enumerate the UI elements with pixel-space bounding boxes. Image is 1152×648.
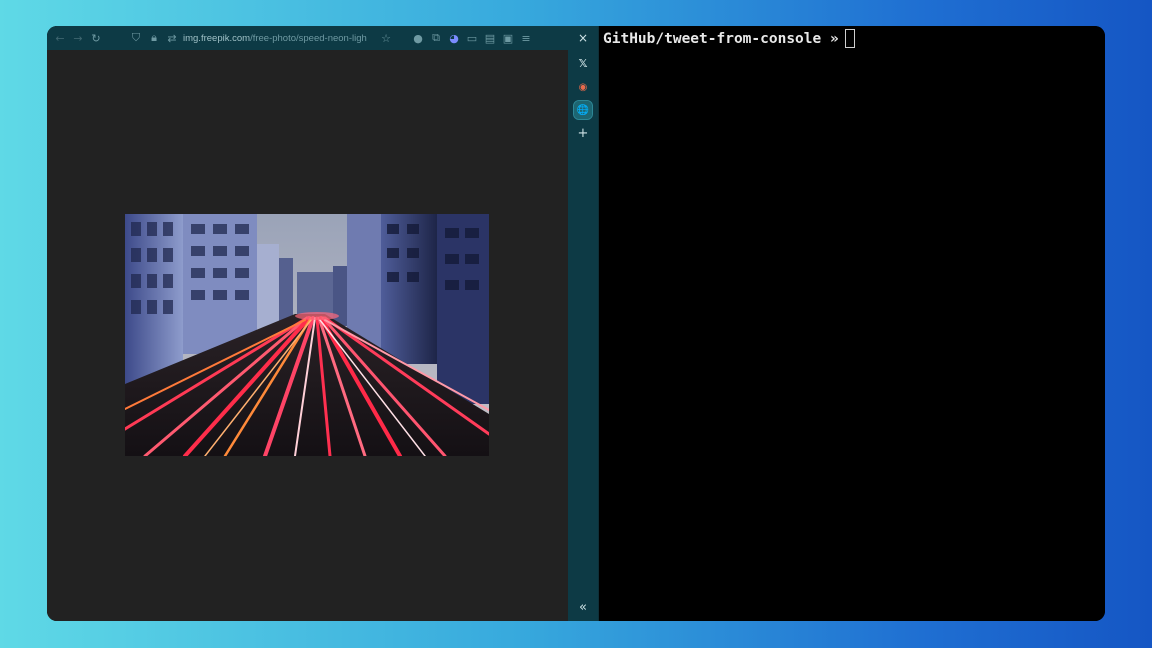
reload-icon[interactable]: ↻ (87, 26, 105, 50)
bookmark-star-icon[interactable]: ☆ (377, 26, 395, 50)
browser-toolbar: ← → ↻ ⛉ 🔒︎ ⇄ img.freepik.com/free-photo/… (47, 26, 568, 50)
profile-icon[interactable]: ◕ (445, 26, 463, 50)
page-viewport (47, 50, 568, 621)
close-icon[interactable]: × (574, 29, 592, 47)
collapse-sidebar-icon[interactable]: « (574, 598, 592, 616)
url-bar[interactable]: img.freepik.com/free-photo/speed-neon-li… (183, 33, 377, 44)
add-icon[interactable]: + (574, 124, 592, 142)
container-icon[interactable]: ▭ (463, 26, 481, 50)
browser-sidebar: × 𝕏 ◉ 🌐 + « (568, 26, 598, 621)
prompt-text: GitHub/tweet-from-console » (603, 30, 839, 47)
chrome-icon[interactable]: ◉ (574, 78, 592, 96)
terminal-pane[interactable]: GitHub/tweet-from-console » (598, 26, 1105, 621)
forward-icon[interactable]: → (69, 26, 87, 50)
shield-icon[interactable]: ⛉ (127, 26, 145, 50)
terminal-prompt: GitHub/tweet-from-console » (603, 29, 855, 48)
lock-icon[interactable]: 🔒︎ (145, 26, 163, 50)
back-icon[interactable]: ← (51, 26, 69, 50)
globe-icon[interactable]: 🌐 (573, 100, 593, 120)
app-window: ← → ↻ ⛉ 🔒︎ ⇄ img.freepik.com/free-photo/… (47, 26, 1105, 621)
browser-pane: ← → ↻ ⛉ 🔒︎ ⇄ img.freepik.com/free-photo/… (47, 26, 598, 621)
sidebar-icon[interactable]: ▤ (481, 26, 499, 50)
extension-icon[interactable]: ● (409, 26, 427, 50)
neon-street-photo (125, 214, 489, 456)
x-icon[interactable]: 𝕏 (574, 54, 592, 72)
reader-icon[interactable]: ▣ (499, 26, 517, 50)
puzzle-icon[interactable]: ⧉ (427, 26, 445, 50)
tracking-icon[interactable]: ⇄ (163, 26, 181, 50)
terminal-cursor (844, 29, 855, 48)
menu-icon[interactable]: ≡ (517, 26, 535, 50)
